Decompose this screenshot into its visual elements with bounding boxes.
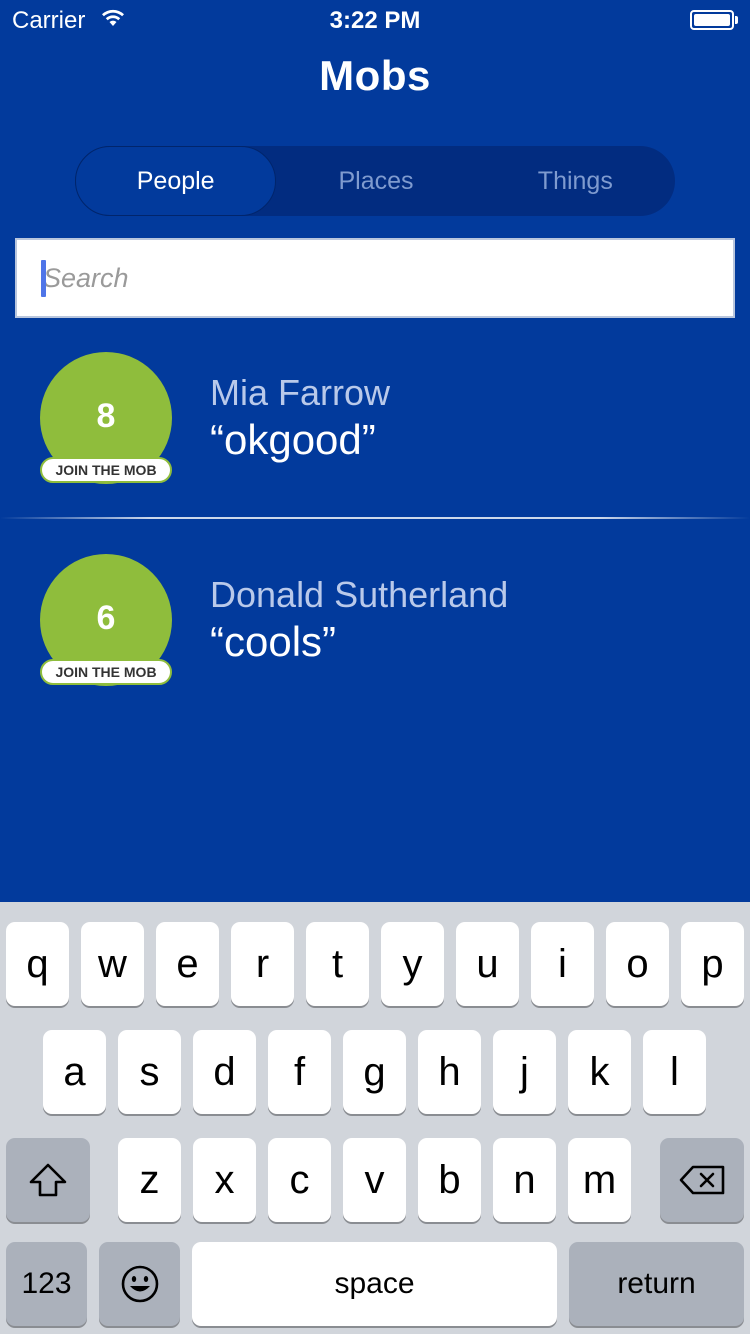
key-c[interactable]: c (268, 1138, 331, 1222)
key-d[interactable]: d (193, 1030, 256, 1114)
person-name: Donald Sutherland (210, 574, 509, 615)
key-y[interactable]: y (381, 922, 444, 1006)
key-h[interactable]: h (418, 1030, 481, 1114)
list-item[interactable]: 6 JOIN THE MOB Donald Sutherland “cools” (0, 552, 750, 712)
category-tabs: People Places Things (75, 146, 675, 216)
key-g[interactable]: g (343, 1030, 406, 1114)
person-name: Mia Farrow (210, 372, 391, 413)
tab-places[interactable]: Places (276, 146, 475, 216)
key-b[interactable]: b (418, 1138, 481, 1222)
delete-icon (678, 1164, 726, 1196)
key-m[interactable]: m (568, 1138, 631, 1222)
key-e[interactable]: e (156, 922, 219, 1006)
key-x[interactable]: x (193, 1138, 256, 1222)
numbers-key[interactable]: 123 (6, 1242, 87, 1326)
key-w[interactable]: w (81, 922, 144, 1006)
emoji-key[interactable] (99, 1242, 180, 1326)
battery-icon (690, 10, 738, 30)
key-k[interactable]: k (568, 1030, 631, 1114)
search-box (15, 238, 735, 318)
text-cursor (41, 260, 46, 297)
return-key[interactable]: return (569, 1242, 744, 1326)
shift-icon (27, 1162, 69, 1198)
key-r[interactable]: r (231, 922, 294, 1006)
join-the-mob-button[interactable]: JOIN THE MOB (40, 659, 172, 685)
search-input[interactable] (43, 240, 713, 316)
list-item[interactable]: 8 JOIN THE MOB Mia Farrow “okgood” (0, 350, 750, 510)
key-l[interactable]: l (643, 1030, 706, 1114)
tab-things[interactable]: Things (476, 146, 675, 216)
key-q[interactable]: q (6, 922, 69, 1006)
person-quote: “cools” (210, 618, 337, 665)
key-u[interactable]: u (456, 922, 519, 1006)
key-p[interactable]: p (681, 922, 744, 1006)
key-o[interactable]: o (606, 922, 669, 1006)
status-bar: Carrier 3:22 PM (0, 0, 750, 40)
space-key[interactable]: space (192, 1242, 557, 1326)
key-z[interactable]: z (118, 1138, 181, 1222)
tab-people[interactable]: People (75, 146, 277, 216)
key-a[interactable]: a (43, 1030, 106, 1114)
shift-key[interactable] (6, 1138, 90, 1222)
key-v[interactable]: v (343, 1138, 406, 1222)
emoji-icon (120, 1264, 160, 1304)
key-t[interactable]: t (306, 922, 369, 1006)
key-s[interactable]: s (118, 1030, 181, 1114)
person-quote: “okgood” (210, 416, 376, 463)
key-j[interactable]: j (493, 1030, 556, 1114)
key-i[interactable]: i (531, 922, 594, 1006)
delete-key[interactable] (660, 1138, 744, 1222)
clock: 3:22 PM (329, 7, 421, 34)
join-the-mob-button[interactable]: JOIN THE MOB (40, 457, 172, 483)
divider (0, 517, 750, 519)
key-f[interactable]: f (268, 1030, 331, 1114)
page-title: Mobs (319, 52, 431, 99)
keyboard: q w e r t y u i o p a s d f g h j k l z … (0, 902, 750, 1334)
key-n[interactable]: n (493, 1138, 556, 1222)
